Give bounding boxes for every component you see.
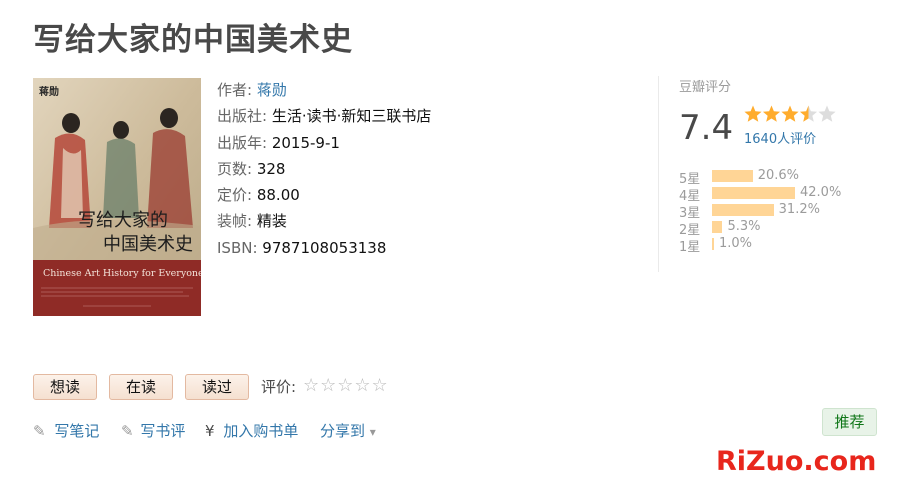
isbn-value: 9787108053138 xyxy=(262,238,387,257)
add-to-booklist-label: 加入购书单 xyxy=(223,422,299,440)
rating-stars-icon xyxy=(744,105,836,122)
rating-star-icon xyxy=(818,105,836,122)
rating-dist-bar xyxy=(712,238,714,250)
book-info: 作者: 蒋勋 出版社: 生活·读书·新知三联书店 出版年: 2015-9-1 页… xyxy=(217,77,431,261)
price-label: 定价: xyxy=(217,186,253,205)
rating-dist-percent: 20.6% xyxy=(757,168,800,183)
info-pubyear-row: 出版年: 2015-9-1 xyxy=(217,130,431,156)
cover-english-title: Chinese Art History for Everyone xyxy=(43,268,201,279)
chevron-down-icon: ▾ xyxy=(369,425,376,439)
rating-dist-percent: 42.0% xyxy=(800,185,842,200)
pubyear-label: 出版年: xyxy=(217,133,268,152)
cover-title-line1: 写给大家的 xyxy=(78,210,168,231)
pencil-icon: ✎ xyxy=(33,422,46,440)
rating-score: 7.4 xyxy=(679,108,734,148)
info-publisher-row: 出版社: 生活·读书·新知三联书店 xyxy=(217,103,431,129)
rating-dist-percent: 31.2% xyxy=(778,202,820,217)
price-value: 88.00 xyxy=(256,186,300,205)
rate-stars-input[interactable]: ☆☆☆☆☆ xyxy=(303,375,389,396)
rating-dist-bar xyxy=(712,204,774,216)
share-link[interactable]: 分享到 ▾ xyxy=(320,420,376,441)
rating-dist-percent: 1.0% xyxy=(718,236,752,251)
share-label: 分享到 xyxy=(320,422,366,440)
binding-label: 装帧: xyxy=(217,212,253,231)
write-note-link[interactable]: ✎ 写笔记 xyxy=(33,420,99,441)
author-link[interactable]: 蒋勋 xyxy=(257,81,287,99)
watermark-logo: RiZuo.com xyxy=(716,446,877,477)
rating-dist-bar xyxy=(712,187,795,199)
rating-dist-percent: 5.3% xyxy=(727,219,761,234)
rating-votes-link[interactable]: 1640人评价 xyxy=(744,128,816,147)
rating-star-icon xyxy=(744,105,762,122)
pages-label: 页数: xyxy=(217,159,253,178)
isbn-label: ISBN: xyxy=(217,238,258,257)
rating-dist-label: 1星 xyxy=(679,240,701,255)
pubyear-value: 2015-9-1 xyxy=(271,133,340,152)
rating-star-icon xyxy=(781,105,799,122)
rating-star-icon xyxy=(762,105,781,122)
rating-divider xyxy=(658,76,659,272)
rate-label: 评价: xyxy=(261,378,297,396)
book-title: 写给大家的中国美术史 xyxy=(33,22,353,58)
rating-label: 豆瓣评分 xyxy=(679,80,732,95)
pencil-icon: ✎ xyxy=(121,422,134,440)
publisher-label: 出版社: xyxy=(217,107,268,126)
book-cover-image[interactable]: 蒋勋 写给大家的 中国美术史 Chinese Art History for E… xyxy=(33,78,201,316)
write-note-label: 写笔记 xyxy=(54,422,100,440)
cover-author-mark: 蒋勋 xyxy=(39,87,59,98)
rating-star-icon xyxy=(799,105,818,122)
info-isbn-row: ISBN: 9787108053138 xyxy=(217,235,431,261)
info-author-row: 作者: 蒋勋 xyxy=(217,77,431,103)
pages-value: 328 xyxy=(256,159,286,178)
write-review-link[interactable]: ✎ 写书评 xyxy=(121,420,185,441)
author-label: 作者: xyxy=(217,81,253,99)
binding-value: 精装 xyxy=(256,212,287,231)
write-review-label: 写书评 xyxy=(140,422,186,440)
cover-title-line2: 中国美术史 xyxy=(103,234,193,255)
info-binding-row: 装帧: 精装 xyxy=(217,208,431,234)
reading-button[interactable]: 在读 xyxy=(109,374,173,400)
rating-panel: 豆瓣评分 7.4 1640人评价 5星 20.6% 4星 42.0% 3星 31.2% 2星… xyxy=(679,76,841,255)
publisher-value: 生活·读书·新知三联书店 xyxy=(271,107,432,126)
yen-icon: ¥ xyxy=(205,422,215,440)
add-to-booklist-link[interactable]: ¥ 加入购书单 xyxy=(205,420,298,441)
info-price-row: 定价: 88.00 xyxy=(217,182,431,208)
read-button[interactable]: 读过 xyxy=(185,374,249,400)
want-to-read-button[interactable]: 想读 xyxy=(33,374,97,400)
rating-dist-bar xyxy=(712,221,723,233)
rating-dist-bar xyxy=(712,170,753,182)
recommend-button[interactable]: 推荐 xyxy=(822,408,877,436)
info-pages-row: 页数: 328 xyxy=(217,156,431,182)
